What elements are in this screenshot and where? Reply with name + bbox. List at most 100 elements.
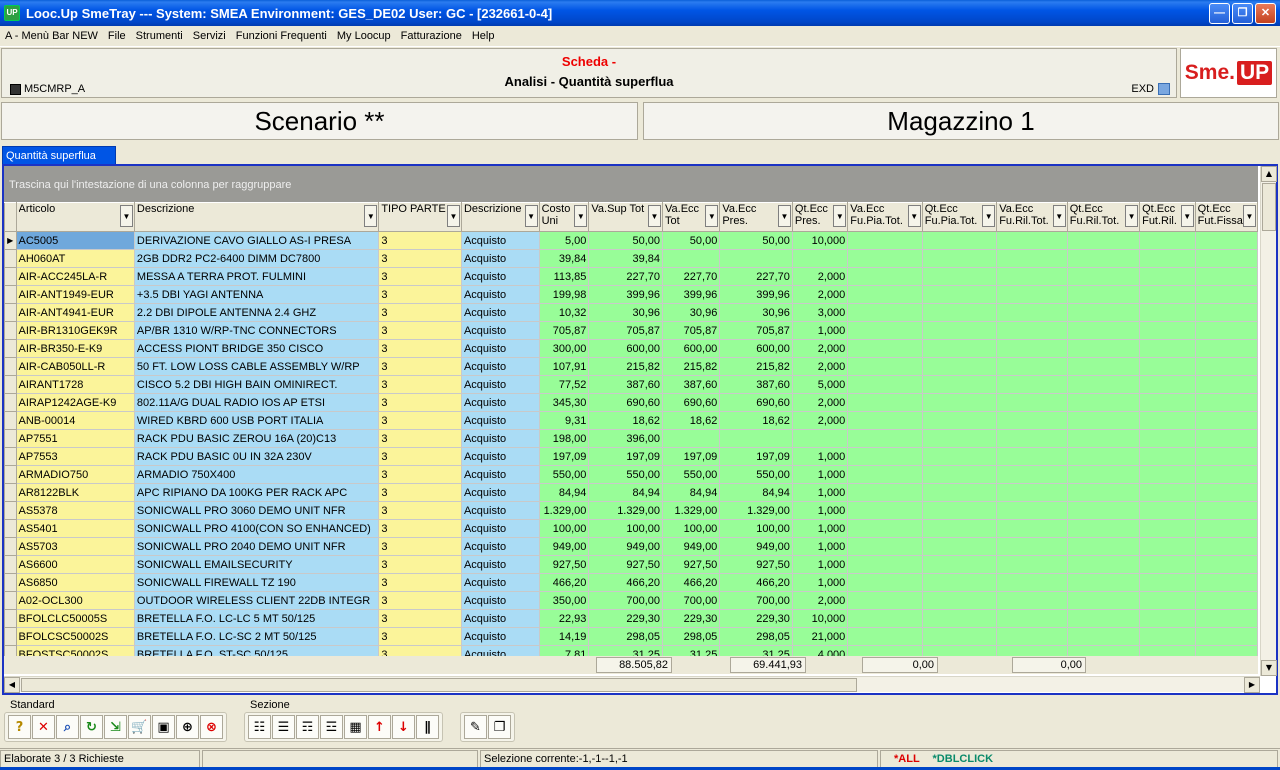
table-icon[interactable]: ▦ bbox=[344, 715, 367, 739]
table-cell[interactable]: Acquisto bbox=[460, 501, 540, 520]
table-cell[interactable]: Acquisto bbox=[460, 609, 540, 628]
menu-fatturazione[interactable]: Fatturazione bbox=[396, 30, 467, 42]
table-cell[interactable] bbox=[1066, 483, 1141, 502]
table-cell[interactable] bbox=[921, 411, 998, 430]
table-cell[interactable]: 100,00 bbox=[538, 519, 590, 538]
table-cell[interactable] bbox=[1066, 609, 1141, 628]
table-cell[interactable]: 3 bbox=[378, 573, 462, 592]
scroll-right-icon[interactable]: ▶ bbox=[1244, 677, 1260, 693]
table-cell[interactable]: ACCESS PIONT BRIDGE 350 CISCO bbox=[133, 339, 380, 358]
table-cell[interactable] bbox=[1194, 501, 1258, 520]
table-cell[interactable]: 387,60 bbox=[719, 375, 793, 394]
table-cell[interactable]: A02-OCL300 bbox=[15, 591, 135, 610]
table-cell[interactable]: 399,96 bbox=[662, 285, 721, 304]
table-cell[interactable]: 50,00 bbox=[662, 231, 721, 250]
table-cell[interactable] bbox=[1139, 375, 1196, 394]
table-cell[interactable]: 3 bbox=[378, 267, 462, 286]
table-cell[interactable]: AIRANT1728 bbox=[15, 375, 135, 394]
table-cell[interactable] bbox=[847, 375, 923, 394]
table-cell[interactable]: 350,00 bbox=[538, 591, 590, 610]
table-cell[interactable]: 2,000 bbox=[791, 591, 849, 610]
table-cell[interactable]: 3,000 bbox=[791, 303, 849, 322]
table-cell[interactable] bbox=[719, 429, 793, 448]
table-cell[interactable] bbox=[921, 555, 998, 574]
table-cell[interactable] bbox=[847, 519, 923, 538]
table-cell[interactable]: 227,70 bbox=[588, 267, 664, 286]
column-filter-dropdown-icon[interactable]: ▼ bbox=[833, 205, 847, 227]
table-cell[interactable] bbox=[847, 249, 923, 268]
table-cell[interactable]: 3 bbox=[378, 339, 462, 358]
table-cell[interactable] bbox=[996, 609, 1068, 628]
table-row[interactable]: AIR-CAB050LL-R 50 FT. LOW LOSS CABLE ASSE… bbox=[4, 357, 1258, 376]
table-cell[interactable] bbox=[1194, 447, 1258, 466]
table-cell[interactable]: 3 bbox=[378, 285, 462, 304]
table-cell[interactable] bbox=[1194, 321, 1258, 340]
table-cell[interactable]: 227,70 bbox=[719, 267, 793, 286]
table-cell[interactable] bbox=[996, 285, 1068, 304]
table-cell[interactable] bbox=[1066, 267, 1141, 286]
table-cell[interactable] bbox=[996, 537, 1068, 556]
table-row[interactable]: ARMADIO750 ARMADIO 750X400 3 Acquisto 550,00… bbox=[4, 465, 1258, 484]
list-icon[interactable]: ☰ bbox=[272, 715, 295, 739]
table-cell[interactable]: AIR-BR1310GEK9R bbox=[15, 321, 135, 340]
table-cell[interactable]: SONICWALL PRO 2040 DEMO UNIT NFR bbox=[133, 537, 380, 556]
table-cell[interactable]: 3 bbox=[378, 321, 462, 340]
table-cell[interactable]: 700,00 bbox=[588, 591, 664, 610]
table-cell[interactable] bbox=[921, 429, 998, 448]
table-cell[interactable] bbox=[1066, 249, 1141, 268]
table-cell[interactable] bbox=[1139, 303, 1196, 322]
table-cell[interactable]: 550,00 bbox=[538, 465, 590, 484]
table-cell[interactable] bbox=[1066, 573, 1141, 592]
column-filter-dropdown-icon[interactable]: ▼ bbox=[777, 205, 791, 227]
table-cell[interactable]: 466,20 bbox=[588, 573, 664, 592]
row-selector[interactable] bbox=[4, 339, 17, 358]
table-cell[interactable]: 10,32 bbox=[538, 303, 590, 322]
tree-icon[interactable]: ☷ bbox=[248, 715, 271, 739]
table-cell[interactable]: 3 bbox=[378, 231, 462, 250]
table-cell[interactable]: 215,82 bbox=[588, 357, 664, 376]
table-cell[interactable] bbox=[996, 465, 1068, 484]
column-header[interactable]: Va.Ecc Fu.Ril.Tot. ▼ bbox=[996, 202, 1068, 232]
row-selector[interactable] bbox=[4, 393, 17, 412]
image-icon[interactable]: ▣ bbox=[152, 715, 175, 739]
table-cell[interactable]: AH060AT bbox=[15, 249, 135, 268]
table-cell[interactable] bbox=[921, 591, 998, 610]
tree-add-icon[interactable]: ☶ bbox=[296, 715, 319, 739]
table-row[interactable]: AIRAP1242AGE-K9 802.11A/G DUAL RADIO IOS … bbox=[4, 393, 1258, 412]
row-selector[interactable] bbox=[4, 483, 17, 502]
row-selector[interactable] bbox=[4, 429, 17, 448]
search-icon[interactable]: ⌕ bbox=[56, 715, 79, 739]
table-cell[interactable] bbox=[921, 249, 998, 268]
table-cell[interactable] bbox=[1194, 249, 1258, 268]
table-cell[interactable]: Acquisto bbox=[460, 267, 540, 286]
table-cell[interactable]: 229,30 bbox=[588, 609, 664, 628]
table-cell[interactable]: 1.329,00 bbox=[588, 501, 664, 520]
minimize-button[interactable]: — bbox=[1209, 3, 1230, 24]
table-cell[interactable]: 1,000 bbox=[791, 555, 849, 574]
table-cell[interactable] bbox=[1066, 537, 1141, 556]
row-selector[interactable] bbox=[4, 447, 17, 466]
table-cell[interactable] bbox=[847, 285, 923, 304]
table-cell[interactable]: 100,00 bbox=[588, 519, 664, 538]
table-cell[interactable] bbox=[1194, 519, 1258, 538]
columns-icon[interactable]: ∥ bbox=[416, 715, 439, 739]
table-row[interactable]: BFOLCSC50002S BRETELLA F.O. LC-SC 2 MT 50… bbox=[4, 627, 1258, 646]
column-filter-dropdown-icon[interactable]: ▼ bbox=[364, 205, 378, 227]
table-cell[interactable]: 100,00 bbox=[719, 519, 793, 538]
table-cell[interactable] bbox=[996, 393, 1068, 412]
table-cell[interactable]: SONICWALL FIREWALL TZ 190 bbox=[133, 573, 380, 592]
table-cell[interactable] bbox=[847, 627, 923, 646]
table-cell[interactable]: Acquisto bbox=[460, 393, 540, 412]
table-cell[interactable]: ARMADIO750 bbox=[15, 465, 135, 484]
table-cell[interactable]: 3 bbox=[378, 357, 462, 376]
table-cell[interactable] bbox=[921, 303, 998, 322]
table-cell[interactable] bbox=[996, 411, 1068, 430]
table-cell[interactable]: 1,000 bbox=[791, 447, 849, 466]
table-cell[interactable] bbox=[847, 591, 923, 610]
table-cell[interactable]: 5,000 bbox=[791, 375, 849, 394]
table-cell[interactable] bbox=[996, 447, 1068, 466]
table-cell[interactable] bbox=[996, 339, 1068, 358]
table-cell[interactable]: WIRED KBRD 600 USB PORT ITALIA bbox=[133, 411, 380, 430]
table-row[interactable]: AIR-ACC245LA-R MESSA A TERRA PROT. FULMIN… bbox=[4, 267, 1258, 286]
row-selector[interactable] bbox=[4, 357, 17, 376]
